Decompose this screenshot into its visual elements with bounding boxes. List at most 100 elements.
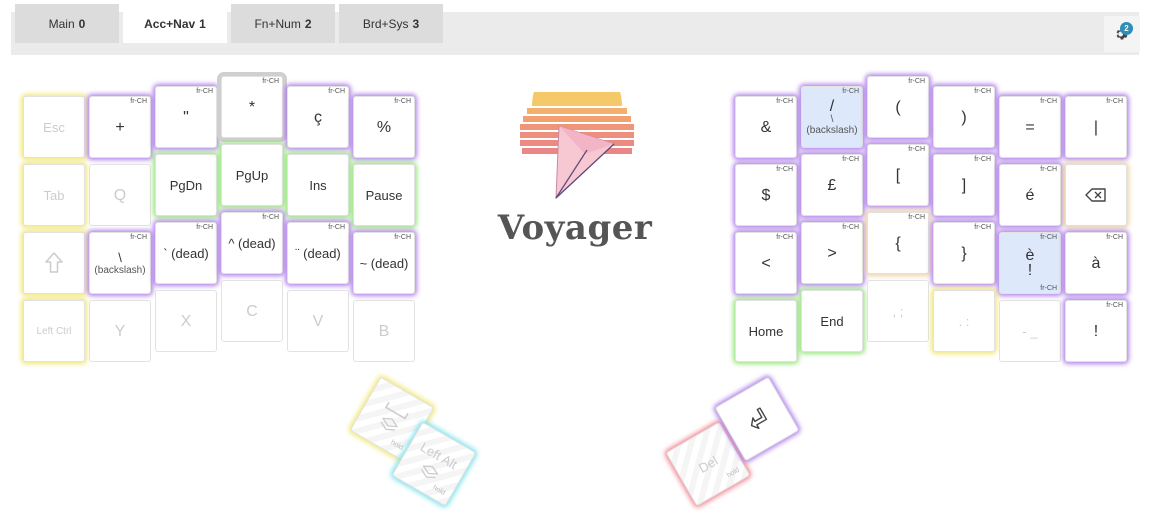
key-q[interactable]: Q — [89, 164, 151, 226]
key-less-than[interactable]: fr-CH < — [735, 232, 797, 294]
key-plus[interactable]: fr-CH + — [89, 96, 151, 158]
key-tab[interactable]: Tab — [23, 164, 85, 226]
key-label: à — [1091, 254, 1101, 272]
key-y[interactable]: Y — [89, 300, 151, 362]
layout-tag: fr-CH — [1106, 302, 1123, 309]
key-label: Tab — [43, 187, 65, 203]
tab-acc-nav[interactable]: Acc+Nav 1 — [123, 4, 227, 43]
key-double-quote[interactable]: fr-CH " — [155, 86, 217, 148]
key-label: Del — [695, 452, 721, 476]
key-dollar[interactable]: fr-CH $ — [735, 164, 797, 226]
key-a-grave[interactable]: fr-CH à — [1065, 232, 1127, 294]
key-greater-than[interactable]: fr-CH > — [801, 222, 863, 284]
key-c-cedilla[interactable]: fr-CH ç — [287, 86, 349, 148]
key-label: Ins — [309, 177, 327, 193]
key-dash[interactable]: - _ — [999, 300, 1061, 362]
layout-tag: fr-CH — [1040, 285, 1057, 292]
key-left-ctrl[interactable]: Left Ctrl — [23, 300, 85, 362]
key-e-grave[interactable]: fr-CH è! fr-CH — [999, 232, 1061, 294]
key-backspace[interactable] — [1065, 164, 1127, 226]
enter-icon — [750, 407, 768, 429]
key-label: = — [1025, 118, 1035, 136]
key-period[interactable]: . : — [933, 290, 995, 352]
key-pgdn[interactable]: PgDn — [155, 154, 217, 216]
layout-tag: fr-CH — [130, 234, 147, 241]
key-circumflex-dead[interactable]: fr-CH ^ (dead) — [221, 212, 283, 274]
key-equal[interactable]: fr-CH = — [999, 96, 1061, 158]
hold-label: hold — [389, 439, 405, 452]
key-label: PgUp — [235, 167, 269, 183]
key-ampersand[interactable]: fr-CH & — [735, 96, 797, 158]
layout-tag: fr-CH — [394, 234, 411, 241]
key-pipe[interactable]: fr-CH | — [1065, 96, 1127, 158]
key-ins[interactable]: Ins — [287, 154, 349, 216]
key-v[interactable]: V — [287, 290, 349, 352]
key-label: ! — [1093, 322, 1099, 340]
key-label: / — [829, 97, 835, 115]
tab-main[interactable]: Main 0 — [15, 4, 119, 43]
key-label: è — [1025, 247, 1035, 264]
logo-wordmark: Voyager — [497, 208, 653, 248]
key-label: { — [895, 234, 901, 252]
layout-tag: fr-CH — [130, 98, 147, 105]
key-end[interactable]: End — [801, 290, 863, 352]
key-percent[interactable]: fr-CH% — [353, 96, 415, 158]
key-label: $ — [761, 186, 771, 204]
key-right-brace[interactable]: fr-CH} — [933, 222, 995, 284]
key-comma[interactable]: , ; — [867, 280, 929, 342]
key-right-bracket[interactable]: fr-CH] — [933, 154, 995, 216]
key-label: ` (dead) — [163, 245, 209, 261]
key-left-bracket[interactable]: fr-CH [ — [867, 144, 929, 206]
key-c[interactable]: C — [221, 280, 283, 342]
key-asterisk[interactable]: fr-CH * — [221, 76, 283, 138]
key-label: * — [248, 98, 256, 116]
tab-fn-num[interactable]: Fn+Num 2 — [231, 4, 335, 43]
layer-icon — [380, 417, 399, 431]
key-label: + — [115, 118, 125, 136]
key-b[interactable]: B — [353, 300, 415, 362]
tab-number: 0 — [78, 16, 86, 31]
backspace-icon — [1085, 188, 1106, 202]
notification-badge: 2 — [1120, 22, 1133, 35]
layout-tag: fr-CH — [842, 88, 859, 95]
tab-brd-sys[interactable]: Brd+Sys 3 — [339, 4, 443, 43]
key-label: X — [180, 312, 192, 330]
settings-button[interactable] — [1104, 16, 1140, 52]
key-backslash[interactable]: fr-CH \ (backslash) — [89, 232, 151, 294]
key-label: PgDn — [169, 177, 203, 193]
key-pound[interactable]: fr-CH £ — [801, 154, 863, 216]
key-left-paren[interactable]: fr-CH ( — [867, 76, 929, 138]
key-sublabel: (backslash) — [94, 265, 146, 276]
key-tilde-dead[interactable]: fr-CH ~ (dead) — [353, 232, 415, 294]
key-label: £ — [827, 176, 837, 194]
key-label: < — [761, 254, 771, 272]
layout-tag: fr-CH — [262, 214, 279, 221]
layout-tag: fr-CH — [394, 98, 411, 105]
key-label: C — [246, 302, 258, 320]
key-exclamation[interactable]: fr-CH! — [1065, 300, 1127, 362]
key-slash[interactable]: fr-CH / \ (backslash) — [801, 86, 863, 148]
key-left-shift[interactable] — [23, 232, 85, 294]
key-home[interactable]: Home — [735, 300, 797, 362]
key-label: B — [378, 322, 390, 340]
key-right-paren[interactable]: fr-CH) — [933, 86, 995, 148]
tab-number: 3 — [412, 16, 420, 31]
key-x[interactable]: X — [155, 290, 217, 352]
key-pause[interactable]: Pause — [353, 164, 415, 226]
key-e-acute[interactable]: fr-CH é — [999, 164, 1061, 226]
key-diaeresis-dead[interactable]: fr-CH ¨ (dead) — [287, 222, 349, 284]
layout-tag: fr-CH — [328, 224, 345, 231]
tab-label: Brd+Sys — [362, 16, 409, 31]
key-esc[interactable]: Esc — [23, 96, 85, 158]
key-label: Home — [748, 323, 784, 339]
key-left-brace[interactable]: fr-CH { — [867, 212, 929, 274]
layout-tag: fr-CH — [842, 156, 859, 163]
key-label: [ — [895, 166, 901, 184]
layout-tag: fr-CH — [974, 224, 991, 231]
key-grave-dead[interactable]: fr-CH ` (dead) — [155, 222, 217, 284]
key-shift-label: ! — [1027, 262, 1033, 279]
key-pgup[interactable]: PgUp — [221, 144, 283, 206]
key-sublabel: \ — [830, 113, 834, 125]
layout-tag: fr-CH — [776, 234, 793, 241]
layout-tag: fr-CH — [196, 224, 213, 231]
